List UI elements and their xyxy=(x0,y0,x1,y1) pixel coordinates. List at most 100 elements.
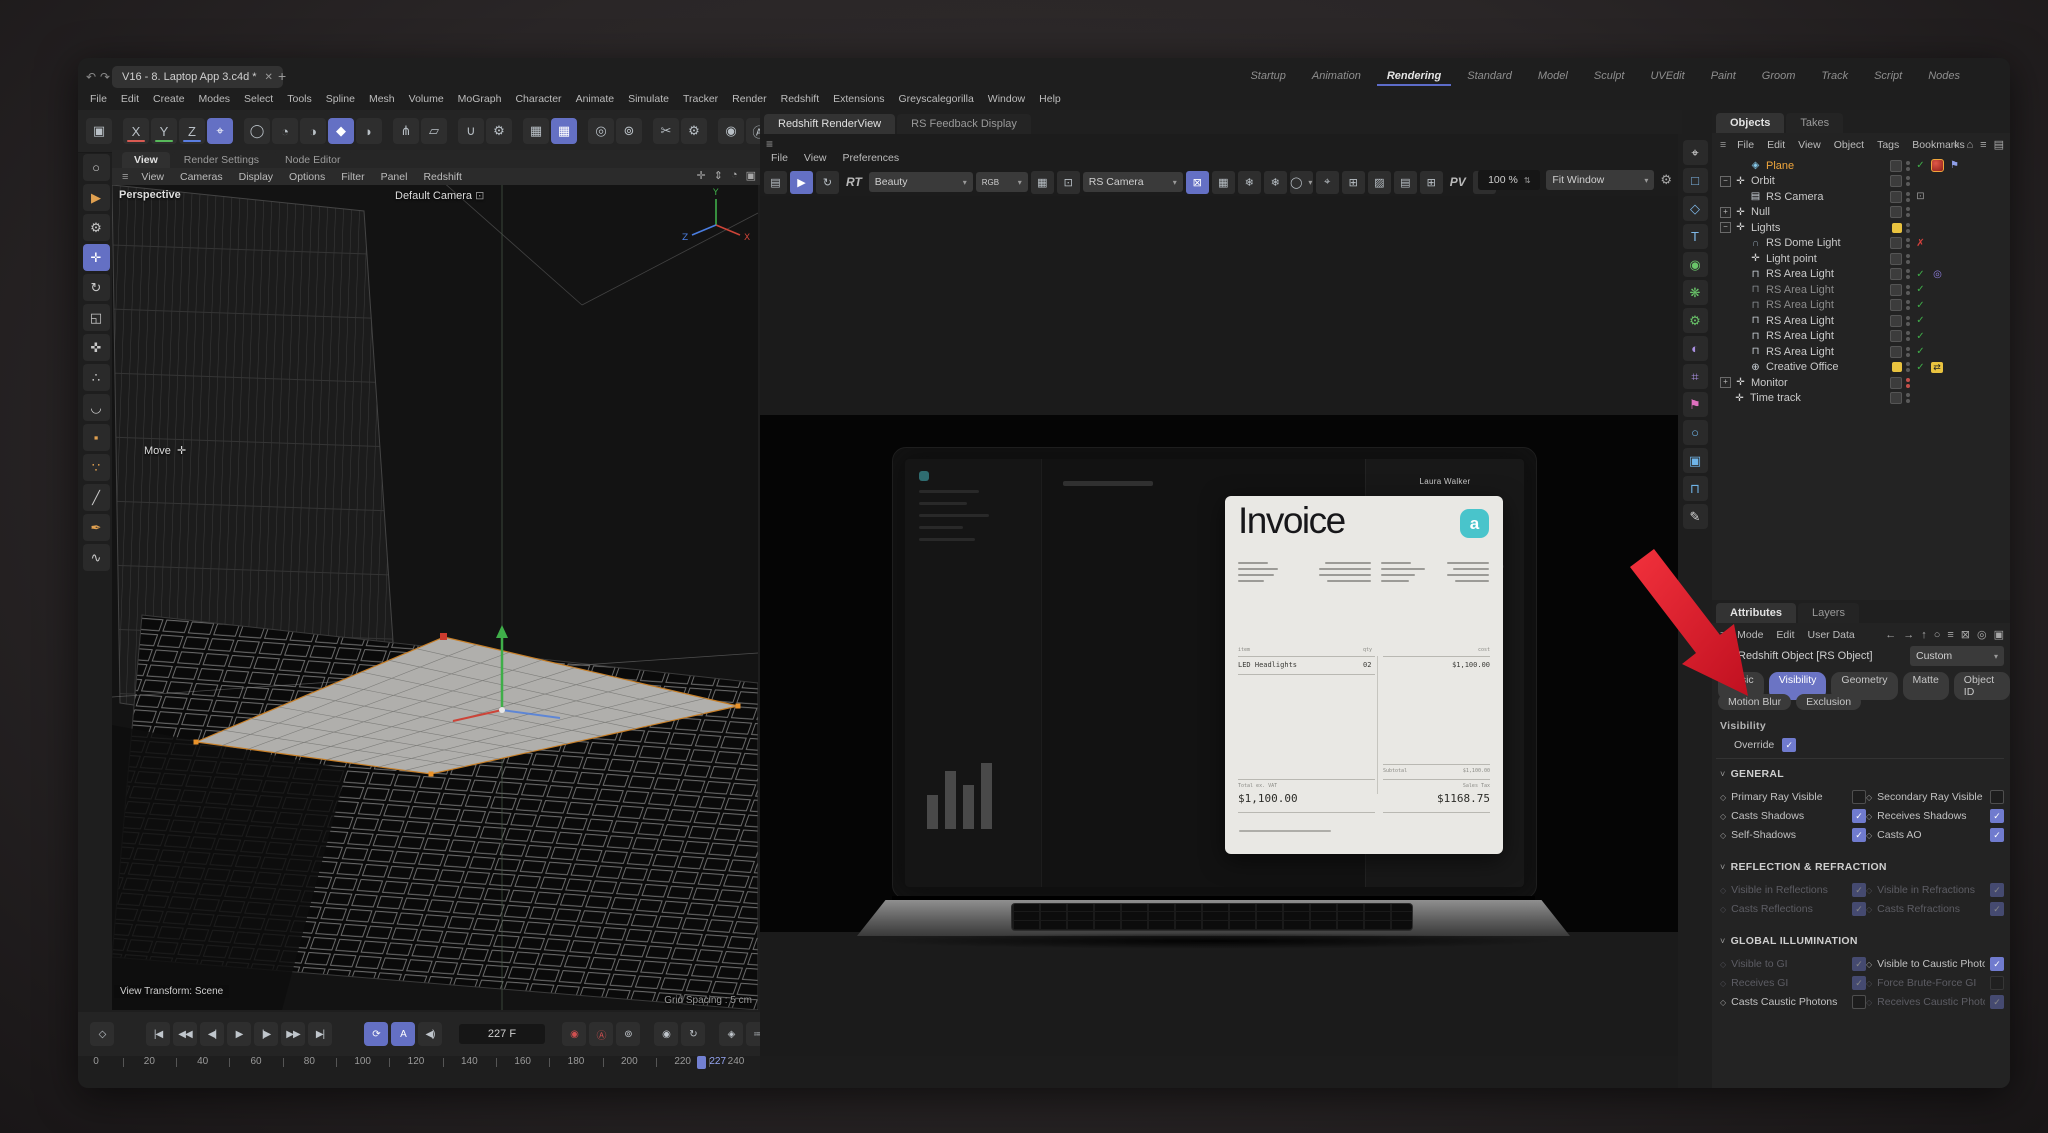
perspective-viewport[interactable]: X Y Z Perspective Default Camera ⊡ Move … xyxy=(112,185,758,1010)
menu-spline[interactable]: Spline xyxy=(320,92,361,106)
section-header-general[interactable]: ˅GENERAL xyxy=(1720,768,1784,780)
object-row-orbit-1[interactable]: −✛Orbit xyxy=(1712,174,2010,190)
rt-toggle[interactable]: RT xyxy=(842,175,866,189)
goto-end-icon[interactable]: ▶| xyxy=(308,1022,332,1046)
viewport-menu-options[interactable]: Options xyxy=(282,171,332,183)
animation-dot-icon[interactable]: ◇ xyxy=(1720,905,1726,914)
attributes-menu-mode[interactable]: Mode xyxy=(1731,629,1769,641)
render-camera-select[interactable]: RS Camera▾ xyxy=(1083,172,1183,192)
objects-menu-object[interactable]: Object xyxy=(1828,139,1870,151)
pen-arc-icon[interactable]: ◡ xyxy=(83,394,110,421)
cloner-icon[interactable]: ❋ xyxy=(1683,280,1708,305)
animation-dot-icon[interactable]: ◇ xyxy=(1720,812,1726,821)
menu-tools[interactable]: Tools xyxy=(281,92,318,106)
object-row-rs-area-light-7[interactable]: ⊓RS Area Light✓◎ xyxy=(1712,267,2010,283)
forward-icon[interactable]: → xyxy=(1903,629,1914,641)
animation-dot-icon[interactable]: ◇ xyxy=(1866,812,1872,821)
spline-pen-icon[interactable]: ∿ xyxy=(83,544,110,571)
viewport-nav-icon-1[interactable]: ⇕ xyxy=(714,169,723,182)
viewport-nav-icon-3[interactable]: ▣ xyxy=(746,169,756,182)
visibility-dots[interactable] xyxy=(1906,207,1910,217)
axis-y-button[interactable]: Y xyxy=(151,118,177,144)
param-checkbox[interactable]: ✓ xyxy=(1852,809,1866,823)
chip-motion-blur[interactable]: Motion Blur xyxy=(1718,694,1791,710)
autokey-diamond-icon[interactable]: ◇ xyxy=(90,1022,114,1046)
motext-icon[interactable]: T xyxy=(1683,224,1708,249)
dither-icon[interactable]: ▦ xyxy=(1031,171,1054,194)
param-checkbox[interactable]: ✓ xyxy=(1852,883,1866,897)
animation-dot-icon[interactable]: ◇ xyxy=(1866,793,1872,802)
editor-toggle[interactable] xyxy=(1890,237,1902,249)
search-icon[interactable]: ○ xyxy=(1953,139,1960,151)
menu-render[interactable]: Render xyxy=(726,92,772,106)
animation-dot-icon[interactable]: ◇ xyxy=(1866,979,1872,988)
layout-tab-track[interactable]: Track xyxy=(1811,68,1858,86)
objects-menu-view[interactable]: View xyxy=(1792,139,1827,151)
transform-tool-icon[interactable]: ✜ xyxy=(83,334,110,361)
layers-icon[interactable]: ▤ xyxy=(1994,138,2004,151)
enabled-check-icon[interactable]: ✓ xyxy=(1914,331,1927,342)
line-cut-icon[interactable]: ✒ xyxy=(83,514,110,541)
object-row-null-3[interactable]: +✛Null xyxy=(1712,205,2010,221)
workplane-icon[interactable]: ▱ xyxy=(421,118,447,144)
edge-mode-icon[interactable]: ◗ xyxy=(356,118,382,144)
param-checkbox[interactable]: ✓ xyxy=(1852,976,1866,990)
chip-object-id[interactable]: Object ID xyxy=(1954,672,2010,700)
menu-mesh[interactable]: Mesh xyxy=(363,92,401,106)
menu-animate[interactable]: Animate xyxy=(570,92,621,106)
prev-key-icon[interactable]: ◀◀ xyxy=(173,1022,197,1046)
focus-picker-icon[interactable]: ⌖ xyxy=(1316,171,1339,194)
animation-dot-icon[interactable]: ◇ xyxy=(1720,960,1726,969)
visibility-dots[interactable] xyxy=(1906,238,1910,248)
move-tool-icon[interactable]: ✛ xyxy=(83,244,110,271)
freeze-gi-icon[interactable]: ❄ xyxy=(1264,171,1287,194)
attributes-hamburger-icon[interactable]: ≡ xyxy=(1716,629,1730,641)
back-icon[interactable]: ← xyxy=(1885,629,1896,641)
live-selection-icon[interactable]: ▶ xyxy=(83,184,110,211)
menu-mograph[interactable]: MoGraph xyxy=(452,92,508,106)
override-checkbox[interactable]: ✓ xyxy=(1782,738,1796,752)
cube-primitive-icon[interactable]: ◇ xyxy=(1683,196,1708,221)
close-document-icon[interactable]: ✕ xyxy=(265,72,273,83)
editor-toggle[interactable] xyxy=(1890,175,1902,187)
viewport-hamburger-icon[interactable]: ≡ xyxy=(118,171,132,183)
visibility-dots[interactable] xyxy=(1906,285,1910,295)
objects-menu-file[interactable]: File xyxy=(1731,139,1760,151)
snap-grid-icon[interactable]: ▦ xyxy=(551,118,577,144)
attributes-tab-layers[interactable]: Layers xyxy=(1798,603,1859,623)
grid-icon[interactable]: ▦ xyxy=(523,118,549,144)
undo-icon[interactable]: ↶ xyxy=(86,70,96,84)
add-snapshot-icon[interactable]: ⊞ xyxy=(1420,171,1443,194)
grid-overlay-icon[interactable]: ▦ xyxy=(1212,171,1235,194)
viewport-tab-view[interactable]: View xyxy=(122,152,170,168)
viewport-menu-panel[interactable]: Panel xyxy=(374,171,415,183)
light-create-icon[interactable]: ⊓ xyxy=(1683,476,1708,501)
menu-volume[interactable]: Volume xyxy=(403,92,450,106)
layout-tab-groom[interactable]: Groom xyxy=(1752,68,1806,86)
visibility-dots[interactable] xyxy=(1906,269,1910,279)
param-checkbox[interactable]: ✓ xyxy=(1990,828,2004,842)
object-row-rs-area-light-9[interactable]: ⊓RS Area Light✓ xyxy=(1712,298,2010,314)
enabled-check-icon[interactable]: ✓ xyxy=(1914,160,1927,171)
multi-move-icon[interactable]: ∴ xyxy=(83,364,110,391)
center-icon[interactable]: ⊚ xyxy=(616,118,642,144)
filter-icon[interactable]: ≡ xyxy=(1980,139,1986,151)
home-icon[interactable]: ⌂ xyxy=(1967,139,1974,151)
search-icon[interactable]: ○ xyxy=(1934,629,1941,641)
menu-simulate[interactable]: Simulate xyxy=(622,92,675,106)
gravity-icon[interactable]: ⚙ xyxy=(486,118,512,144)
menu-extensions[interactable]: Extensions xyxy=(827,92,890,106)
renderview-tab-redshift-renderview[interactable]: Redshift RenderView xyxy=(764,114,895,134)
enabled-check-icon[interactable]: ✓ xyxy=(1914,346,1927,357)
deformer-icon[interactable]: ⌗ xyxy=(1683,364,1708,389)
snapshot-icon[interactable]: ▤ xyxy=(1394,171,1417,194)
subdivision-icon[interactable]: ◉ xyxy=(1683,252,1708,277)
layout-tab-model[interactable]: Model xyxy=(1528,68,1578,86)
param-checkbox[interactable]: ✓ xyxy=(1990,995,2004,1009)
prev-frame-icon[interactable]: ◀| xyxy=(200,1022,224,1046)
attributes-menu-edit[interactable]: Edit xyxy=(1770,629,1800,641)
knife-icon[interactable]: ╱ xyxy=(83,484,110,511)
object-row-rs-area-light-8[interactable]: ⊓RS Area Light✓ xyxy=(1712,282,2010,298)
visibility-dots[interactable] xyxy=(1906,393,1910,403)
loop-playback-icon[interactable]: ⟳ xyxy=(364,1022,388,1046)
